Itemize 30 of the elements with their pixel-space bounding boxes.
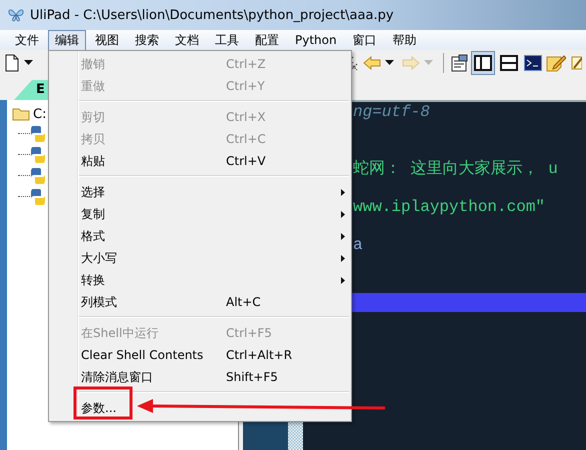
properties-icon[interactable] <box>450 54 468 72</box>
new-file-icon[interactable] <box>4 54 20 72</box>
shell-icon[interactable] <box>524 54 542 70</box>
menu-bar-item[interactable]: 窗口 <box>346 30 384 50</box>
window-title: UliPad - C:\Users\lion\Documents\python_project\aaa.py <box>30 8 394 22</box>
code-line: a <box>353 236 363 254</box>
folder-icon <box>12 107 30 121</box>
menu-bar-item[interactable]: 配置 <box>248 30 286 50</box>
caret-icon[interactable] <box>385 60 394 65</box>
code-line: ng=utf-8 <box>353 103 430 121</box>
python-file-icon[interactable] <box>30 124 46 142</box>
python-file-icon[interactable] <box>30 166 46 184</box>
menu-bar-item[interactable]: 文件 <box>8 30 46 50</box>
note-pencil-icon[interactable] <box>546 54 566 72</box>
menu-bar-item[interactable]: Python <box>288 31 344 49</box>
tree-item[interactable]: C: <box>33 106 46 122</box>
code-line: 蛇网： 这里向大家展示， u <box>353 160 558 178</box>
code-line: www.iplaypython.com" <box>353 198 546 216</box>
menu-bar-item[interactable]: 搜索 <box>128 30 166 50</box>
split-vertical-icon[interactable] <box>472 52 494 74</box>
menu-bar-item[interactable]: 视图 <box>88 30 126 50</box>
menu-bar-item[interactable]: 帮助 <box>386 30 424 50</box>
butterfly-icon <box>8 8 24 22</box>
menu-bar-item[interactable]: 工具 <box>208 30 246 50</box>
pencil-icon[interactable] <box>570 54 582 72</box>
caret-icon[interactable] <box>24 60 33 65</box>
python-file-icon[interactable] <box>30 188 46 206</box>
menu-bar-item[interactable]: 文档 <box>168 30 206 50</box>
menu-bar-item[interactable]: 编辑 <box>48 30 86 50</box>
python-file-icon[interactable] <box>30 146 46 164</box>
